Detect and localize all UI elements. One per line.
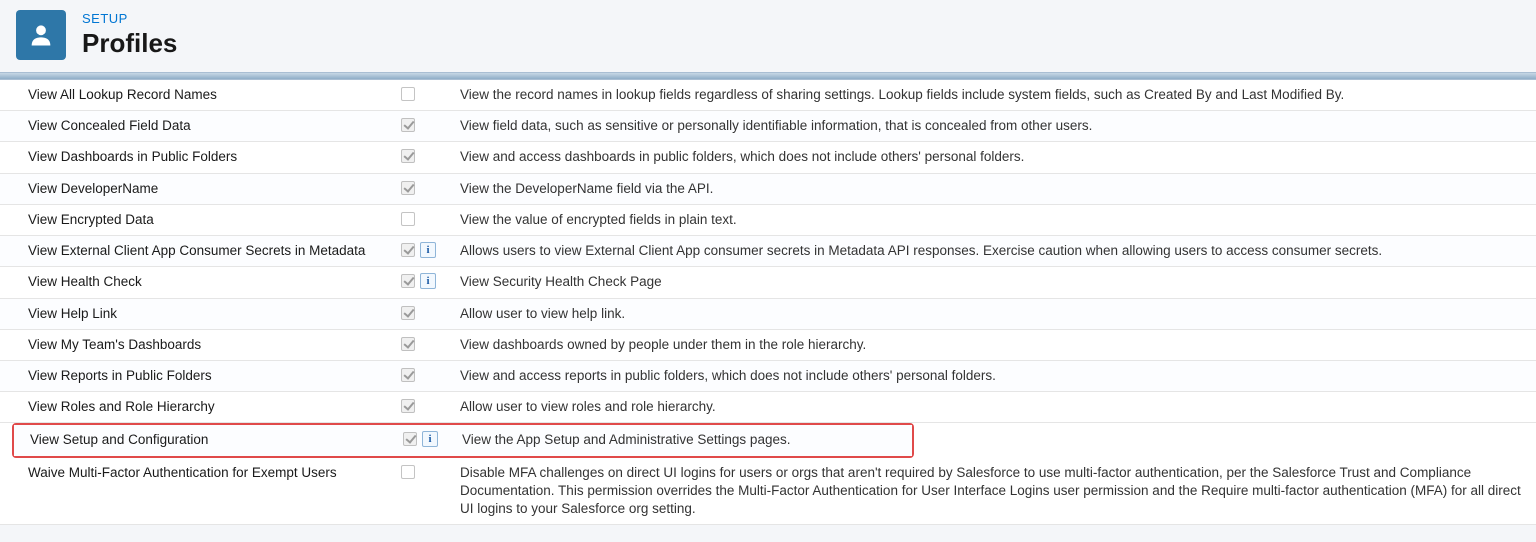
permission-check-cell xyxy=(398,398,418,413)
page-title: Profiles xyxy=(82,28,177,59)
permission-name: View All Lookup Record Names xyxy=(0,86,398,104)
permission-check-cell xyxy=(398,242,418,257)
permission-checkbox[interactable] xyxy=(401,465,415,479)
permission-name: View My Team's Dashboards xyxy=(0,336,398,354)
permission-name: View Help Link xyxy=(0,305,398,323)
permission-description: View the value of encrypted fields in pl… xyxy=(442,211,1536,229)
permission-description: Allows users to view External Client App… xyxy=(442,242,1536,260)
permission-check-cell xyxy=(398,86,418,101)
permission-name: View Concealed Field Data xyxy=(0,117,398,135)
permission-name: Waive Multi-Factor Authentication for Ex… xyxy=(0,464,398,482)
permission-checkbox[interactable] xyxy=(401,118,415,132)
permission-description: Allow user to view help link. xyxy=(442,305,1536,323)
permission-name: View DeveloperName xyxy=(0,180,398,198)
permission-name: View Encrypted Data xyxy=(0,211,398,229)
permission-checkbox[interactable] xyxy=(401,368,415,382)
page-header: SETUP Profiles xyxy=(0,0,1536,72)
permission-name: View Dashboards in Public Folders xyxy=(0,148,398,166)
permission-name: View External Client App Consumer Secret… xyxy=(0,242,398,260)
permission-check-cell xyxy=(398,367,418,382)
permission-description: View the App Setup and Administrative Se… xyxy=(444,431,912,449)
permission-description: Allow user to view roles and role hierar… xyxy=(442,398,1536,416)
permission-row: View Help Link Allow user to view help l… xyxy=(0,299,1536,330)
permission-checkbox[interactable] xyxy=(401,149,415,163)
permission-description: View and access dashboards in public fol… xyxy=(442,148,1536,166)
permission-row: View External Client App Consumer Secret… xyxy=(0,236,1536,267)
permission-row: View My Team's Dashboards View dashboard… xyxy=(0,330,1536,361)
permission-checkbox[interactable] xyxy=(401,87,415,101)
permission-check-cell xyxy=(400,431,420,446)
permission-description: Disable MFA challenges on direct UI logi… xyxy=(442,464,1536,519)
permission-check-cell xyxy=(398,336,418,351)
permission-check-cell xyxy=(398,211,418,226)
permission-checkbox[interactable] xyxy=(401,243,415,257)
permission-row: View Health Check i View Security Health… xyxy=(0,267,1536,298)
permission-row: View Concealed Field Data View field dat… xyxy=(0,111,1536,142)
permission-checkbox[interactable] xyxy=(401,274,415,288)
header-text: SETUP Profiles xyxy=(82,11,177,59)
permission-checkbox[interactable] xyxy=(403,432,417,446)
permission-row: View DeveloperName View the DeveloperNam… xyxy=(0,174,1536,205)
permission-row: View Reports in Public Folders View and … xyxy=(0,361,1536,392)
permission-row: View Dashboards in Public Folders View a… xyxy=(0,142,1536,173)
permission-info-cell: i xyxy=(418,273,442,289)
header-divider xyxy=(0,72,1536,80)
permission-description: View and access reports in public folder… xyxy=(442,367,1536,385)
permission-row: View All Lookup Record Names View the re… xyxy=(0,80,1536,111)
permissions-table: View All Lookup Record Names View the re… xyxy=(0,80,1536,525)
permission-check-cell xyxy=(398,464,418,479)
permission-name: View Reports in Public Folders xyxy=(0,367,398,385)
permission-check-cell xyxy=(398,117,418,132)
permission-check-cell xyxy=(398,273,418,288)
permission-name: View Health Check xyxy=(0,273,398,291)
permission-row: View Roles and Role Hierarchy Allow user… xyxy=(0,392,1536,423)
info-icon[interactable]: i xyxy=(420,242,436,258)
permission-check-cell xyxy=(398,180,418,195)
permission-info-cell: i xyxy=(420,431,444,447)
permission-name: View Roles and Role Hierarchy xyxy=(0,398,398,416)
permission-description: View dashboards owned by people under th… xyxy=(442,336,1536,354)
info-icon[interactable]: i xyxy=(420,273,436,289)
permission-checkbox[interactable] xyxy=(401,399,415,413)
permission-checkbox[interactable] xyxy=(401,181,415,195)
person-icon xyxy=(27,21,55,49)
permission-description: View field data, such as sensitive or pe… xyxy=(442,117,1536,135)
permission-row: View Setup and Configuration i View the … xyxy=(14,425,912,455)
permission-name: View Setup and Configuration xyxy=(14,431,400,449)
permission-description: View Security Health Check Page xyxy=(442,273,1536,291)
permission-checkbox[interactable] xyxy=(401,306,415,320)
permission-check-cell xyxy=(398,305,418,320)
permission-description: View the DeveloperName field via the API… xyxy=(442,180,1536,198)
permission-info-cell: i xyxy=(418,242,442,258)
permission-description: View the record names in lookup fields r… xyxy=(442,86,1536,104)
highlighted-permission-row: View Setup and Configuration i View the … xyxy=(12,423,914,457)
permission-row: Waive Multi-Factor Authentication for Ex… xyxy=(0,458,1536,526)
info-icon[interactable]: i xyxy=(422,431,438,447)
permission-checkbox[interactable] xyxy=(401,337,415,351)
permission-check-cell xyxy=(398,148,418,163)
permission-row: View Encrypted Data View the value of en… xyxy=(0,205,1536,236)
permission-checkbox[interactable] xyxy=(401,212,415,226)
profile-icon xyxy=(16,10,66,60)
setup-label: SETUP xyxy=(82,11,177,26)
